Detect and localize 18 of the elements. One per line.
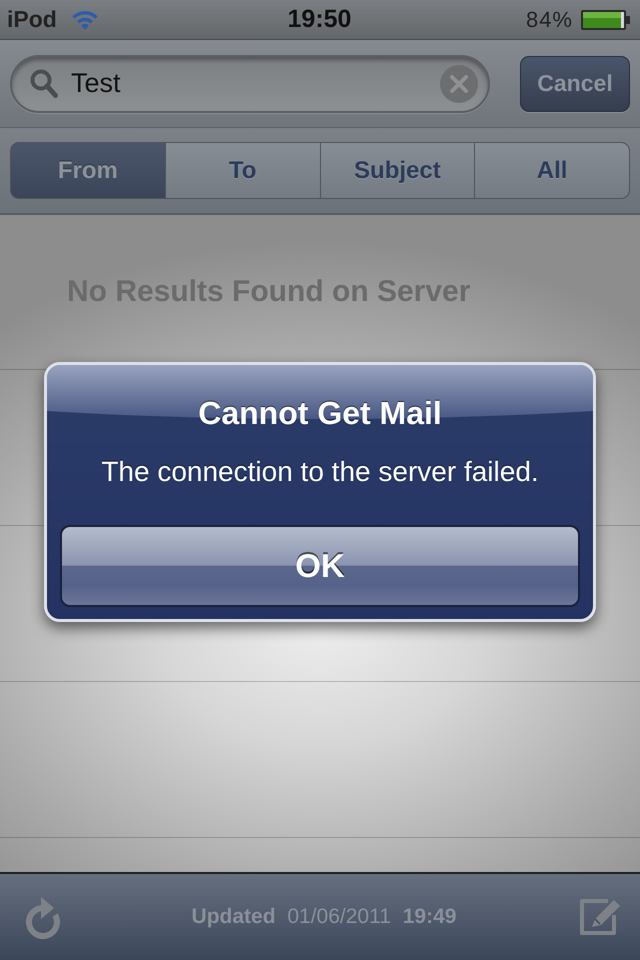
updated-status: Updated 01/06/2011 19:49 (190, 905, 458, 929)
cancel-button[interactable]: Cancel (520, 56, 630, 112)
scope-tab[interactable]: All (474, 142, 630, 199)
search-field[interactable]: Test (10, 54, 490, 112)
ok-button[interactable]: OK (60, 525, 580, 607)
search-icon (30, 69, 58, 98)
battery-percent: 84% (526, 6, 573, 32)
battery-icon (580, 8, 632, 30)
scope-tab[interactable]: Subject (320, 142, 476, 199)
alert-title: Cannot Get Mail (198, 394, 442, 433)
refresh-icon[interactable] (24, 894, 62, 940)
scope-tab[interactable]: From (10, 142, 166, 199)
compose-icon[interactable] (578, 897, 622, 937)
scope-tab[interactable]: To (164, 142, 320, 199)
carrier-name: iPod (7, 6, 57, 33)
clear-icon[interactable] (440, 64, 478, 102)
alert-message: The connection to the server failed. (101, 455, 539, 489)
clock-time: 19:50 (288, 5, 352, 34)
